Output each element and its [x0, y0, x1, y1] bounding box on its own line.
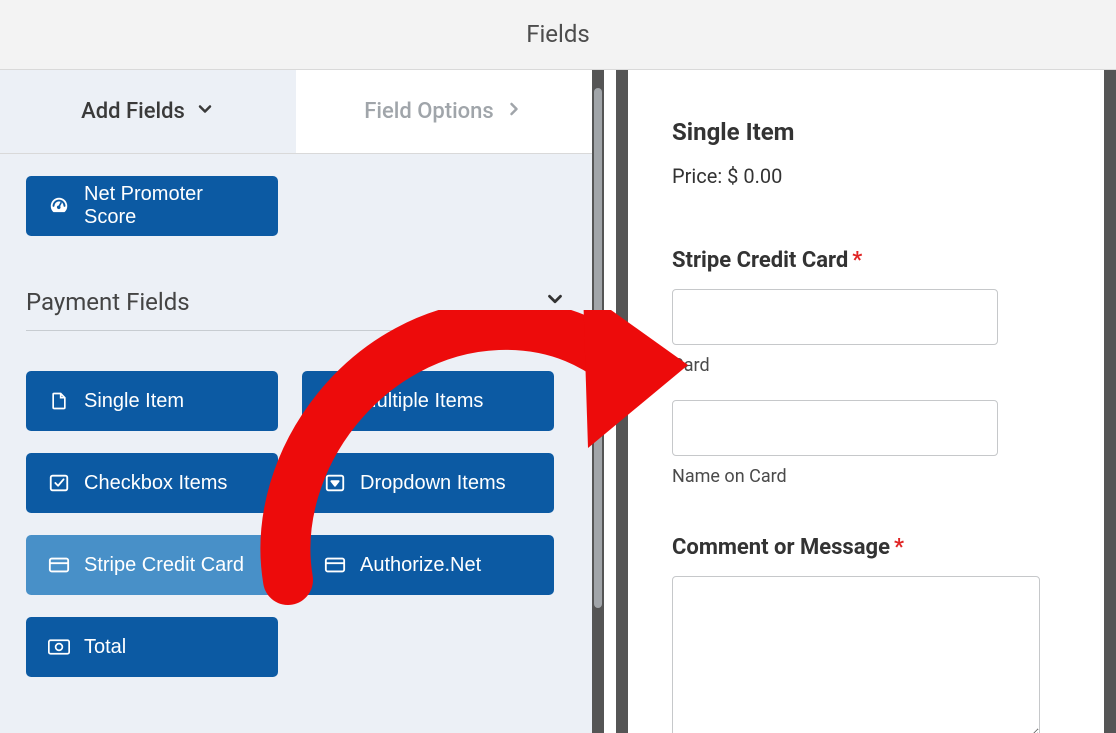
- nps-button[interactable]: Net Promoter Score: [26, 176, 278, 236]
- tabs: Add Fields Field Options: [0, 70, 592, 154]
- money-icon: [48, 636, 70, 658]
- name-on-card-input[interactable]: [672, 400, 998, 456]
- field-grid: Single Item Multiple Items: [26, 371, 566, 677]
- caret-square-down-icon: [324, 472, 346, 494]
- tab-field-options-label: Field Options: [364, 99, 494, 124]
- tab-add-fields-label: Add Fields: [81, 99, 185, 124]
- comment-label: Comment or Message*: [672, 535, 1050, 560]
- field-label: Authorize.Net: [360, 554, 481, 577]
- field-label: Total: [84, 636, 126, 659]
- field-dropdown-items[interactable]: Dropdown Items: [302, 453, 554, 513]
- preview-stripe: Stripe Credit Card* Card Name on Card: [672, 248, 1050, 487]
- field-label: Stripe Credit Card: [84, 554, 244, 577]
- comment-textarea[interactable]: [672, 576, 1040, 733]
- page-title: Fields: [0, 0, 1116, 69]
- chevron-down-icon: [195, 99, 215, 125]
- divider: [26, 330, 566, 331]
- tab-field-options[interactable]: Field Options: [296, 70, 592, 153]
- scrollbar-thumb[interactable]: [594, 88, 602, 608]
- chevron-right-icon: [504, 99, 524, 125]
- field-single-item[interactable]: Single Item: [26, 371, 278, 431]
- stripe-label: Stripe Credit Card*: [672, 248, 1050, 273]
- section-payment-fields-label: Payment Fields: [26, 288, 190, 316]
- field-multiple-items[interactable]: Multiple Items: [302, 371, 554, 431]
- field-label: Single Item: [84, 390, 184, 413]
- field-checkbox-items[interactable]: Checkbox Items: [26, 453, 278, 513]
- field-stripe-credit-card[interactable]: Stripe Credit Card: [26, 535, 278, 595]
- preview-comment: Comment or Message*: [672, 535, 1050, 733]
- form-preview: Single Item Price: $ 0.00 Stripe Credit …: [628, 70, 1116, 733]
- tab-add-fields[interactable]: Add Fields: [0, 70, 296, 153]
- left-panel: Add Fields Field Options: [0, 70, 592, 733]
- field-authorize-net[interactable]: Authorize.Net: [302, 535, 554, 595]
- dashboard-icon: [48, 195, 70, 217]
- name-on-card-sublabel: Name on Card: [672, 466, 1050, 487]
- field-label: Dropdown Items: [360, 472, 506, 495]
- file-icon: [48, 390, 70, 412]
- preview-single-item: Single Item Price: $ 0.00: [672, 118, 1050, 188]
- credit-card-icon: [324, 554, 346, 576]
- panel-divider: [592, 70, 628, 733]
- comment-label-text: Comment or Message: [672, 535, 890, 560]
- field-label: Multiple Items: [360, 390, 483, 413]
- required-asterisk: *: [852, 248, 862, 273]
- chevron-down-icon: [544, 288, 566, 316]
- card-sublabel: Card: [672, 355, 1050, 376]
- single-item-price: Price: $ 0.00: [672, 164, 1050, 188]
- card-input[interactable]: [672, 289, 998, 345]
- price-label: Price:: [672, 164, 722, 188]
- check-square-icon: [48, 472, 70, 494]
- credit-card-icon: [48, 554, 70, 576]
- section-payment-fields[interactable]: Payment Fields: [26, 288, 566, 316]
- price-value: $ 0.00: [727, 164, 782, 188]
- single-item-title: Single Item: [672, 118, 1050, 146]
- stripe-label-text: Stripe Credit Card: [672, 248, 848, 273]
- field-total[interactable]: Total: [26, 617, 278, 677]
- required-asterisk: *: [894, 535, 904, 560]
- field-label: Checkbox Items: [84, 472, 227, 495]
- list-icon: [324, 390, 346, 412]
- nps-label: Net Promoter Score: [84, 183, 256, 229]
